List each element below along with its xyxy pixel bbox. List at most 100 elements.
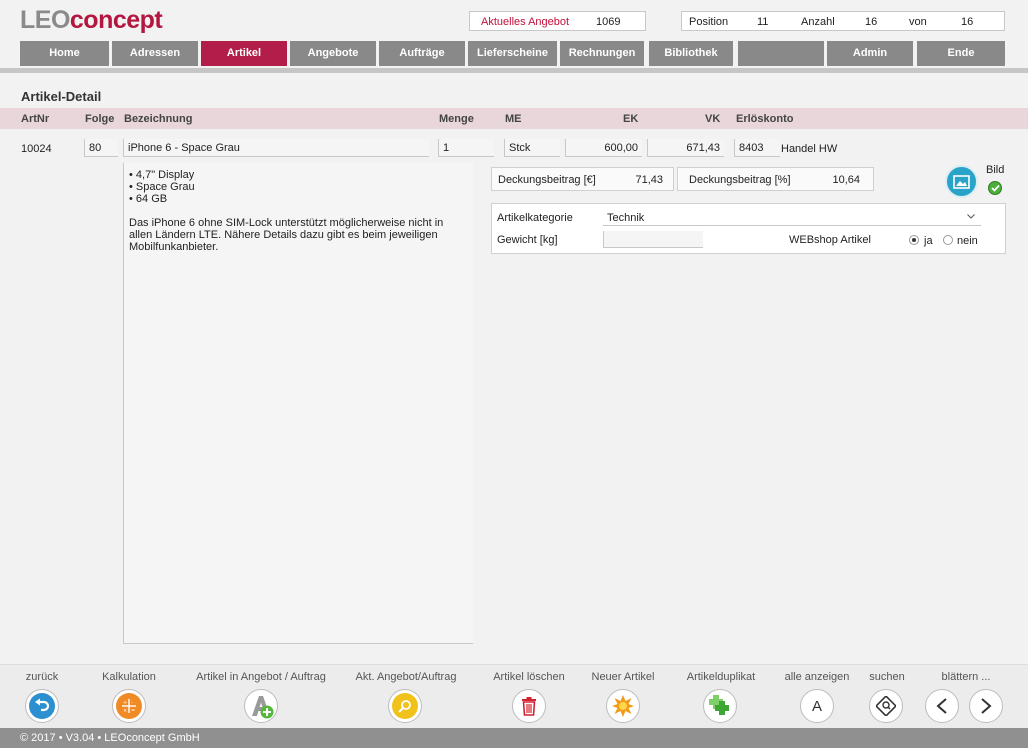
nav-angebote[interactable]: Angebote (290, 41, 376, 66)
nav-artikel[interactable]: Artikel (201, 41, 287, 66)
check-icon (988, 181, 1002, 195)
current-offer-box[interactable]: Aktuelles Angebot 1069 (469, 11, 646, 31)
duplicate-plus-icon (709, 695, 729, 715)
current-offer-footer-label: Akt. Angebot/Auftrag (355, 671, 457, 683)
position-value: 11 (757, 16, 769, 28)
nav-adressen[interactable]: Adressen (112, 41, 198, 66)
search-label: suchen (869, 671, 905, 683)
new-article-button[interactable] (606, 689, 640, 723)
current-offer-value: 1069 (596, 16, 621, 28)
col-erloeskonto: Erlöskonto (736, 113, 794, 125)
category-label: Artikelkategorie (497, 212, 573, 224)
col-me: ME (505, 113, 522, 125)
delete-label: Artikel löschen (493, 671, 565, 683)
webshop-no-radio[interactable] (943, 235, 953, 245)
next-button[interactable] (969, 689, 1003, 723)
image-button[interactable] (945, 165, 978, 198)
desc-bullet: • Space Grau (129, 181, 195, 193)
margin-eur-label: Deckungsbeitrag [€] (498, 174, 596, 186)
image-label: Bild (986, 164, 1005, 176)
nav-auftraege[interactable]: Aufträge (379, 41, 465, 66)
browse-label: blättern ... (941, 671, 991, 683)
count-label: Anzahl (801, 16, 835, 28)
margin-eur-value: 71,43 (635, 174, 663, 186)
search-document-icon (392, 693, 418, 719)
back-button[interactable] (25, 689, 59, 723)
nav-empty (738, 41, 824, 66)
vk-field[interactable]: 671,43 (647, 139, 724, 157)
weight-field[interactable] (603, 231, 703, 248)
nav-ende[interactable]: Ende (917, 41, 1005, 66)
col-artnr: ArtNr (21, 113, 50, 125)
chevron-down-icon (967, 214, 975, 219)
webshop-no-label: nein (957, 235, 978, 247)
page-title: Artikel-Detail (21, 89, 102, 104)
description-field[interactable]: • 4,7" Display • Space Grau • 64 GB Das … (123, 163, 473, 644)
undo-icon (29, 693, 55, 719)
svg-text:×: × (123, 708, 127, 714)
trash-icon (522, 697, 536, 716)
add-to-offer-button[interactable] (244, 689, 278, 723)
menge-field[interactable]: 1 (438, 139, 494, 157)
add-article-icon (252, 696, 274, 719)
svg-text:-: - (131, 700, 133, 706)
col-menge: Menge (439, 113, 474, 125)
svg-text:+: + (123, 700, 127, 706)
margin-pct-box: Deckungsbeitrag [%] 10,64 (677, 167, 874, 191)
category-value: Technik (607, 212, 645, 224)
desc-bullet: • 64 GB (129, 193, 168, 205)
category-select[interactable]: Technik (603, 208, 981, 226)
col-folge: Folge (85, 113, 115, 125)
col-bezeichnung: Bezeichnung (124, 113, 193, 125)
count-value: 16 (865, 16, 878, 28)
margin-pct-label: Deckungsbeitrag [%] (689, 174, 791, 186)
search-button[interactable] (869, 689, 903, 723)
nav-divider (0, 68, 1028, 73)
previous-button[interactable] (925, 689, 959, 723)
nav-home[interactable]: Home (20, 41, 109, 66)
ek-field[interactable]: 600,00 (565, 139, 642, 157)
letter-a-icon: A (811, 697, 822, 715)
show-all-label: alle anzeigen (784, 671, 850, 683)
calculator-icon: + - × = (116, 693, 142, 719)
image-icon (953, 174, 970, 189)
margin-eur-box: Deckungsbeitrag [€] 71,43 (491, 167, 674, 191)
back-label: zurück (25, 671, 59, 683)
artnr-value: 10024 (21, 143, 52, 155)
col-vk: VK (705, 113, 721, 125)
webshop-label: WEBshop Artikel (789, 234, 871, 246)
folge-field[interactable]: 80 (84, 139, 118, 157)
calc-label: Kalkulation (102, 671, 156, 683)
copyright: © 2017 • V3.04 • LEOconcept GmbH (0, 728, 1028, 748)
chevron-right-icon (981, 698, 992, 714)
starburst-icon (612, 695, 634, 717)
position-box: Position 11 Anzahl 16 von 16 (681, 11, 1005, 31)
calculation-button[interactable]: + - × = (112, 689, 146, 723)
bezeichnung-field[interactable]: iPhone 6 - Space Grau (123, 139, 429, 157)
duplicate-article-button[interactable] (703, 689, 737, 723)
current-offer-label: Aktuelles Angebot (481, 16, 570, 28)
show-all-button[interactable]: A (800, 689, 834, 723)
nav-admin[interactable]: Admin (827, 41, 913, 66)
search-icon (876, 696, 896, 716)
konto-field[interactable]: 8403 (734, 139, 780, 157)
webshop-yes-label: ja (924, 235, 933, 247)
nav-bibliothek[interactable]: Bibliothek (649, 41, 733, 66)
of-value: 16 (961, 16, 974, 28)
nav-lieferscheine[interactable]: Lieferscheine (468, 41, 557, 66)
svg-text:=: = (131, 708, 135, 714)
desc-bullet: • 4,7" Display (129, 169, 195, 181)
webshop-yes-radio[interactable] (909, 235, 919, 245)
konto-name: Handel HW (781, 143, 838, 155)
nav-rechnungen[interactable]: Rechnungen (560, 41, 644, 66)
position-label: Position (689, 16, 729, 28)
new-label: Neuer Artikel (591, 671, 655, 683)
margin-pct-value: 10,64 (832, 174, 860, 186)
current-offer-button[interactable] (388, 689, 422, 723)
delete-article-button[interactable] (512, 689, 546, 723)
app-logo: LEOconcept (20, 6, 163, 34)
col-ek: EK (623, 113, 639, 125)
weight-label: Gewicht [kg] (497, 234, 558, 246)
me-field[interactable]: Stck (504, 139, 560, 157)
chevron-left-icon (936, 698, 947, 714)
